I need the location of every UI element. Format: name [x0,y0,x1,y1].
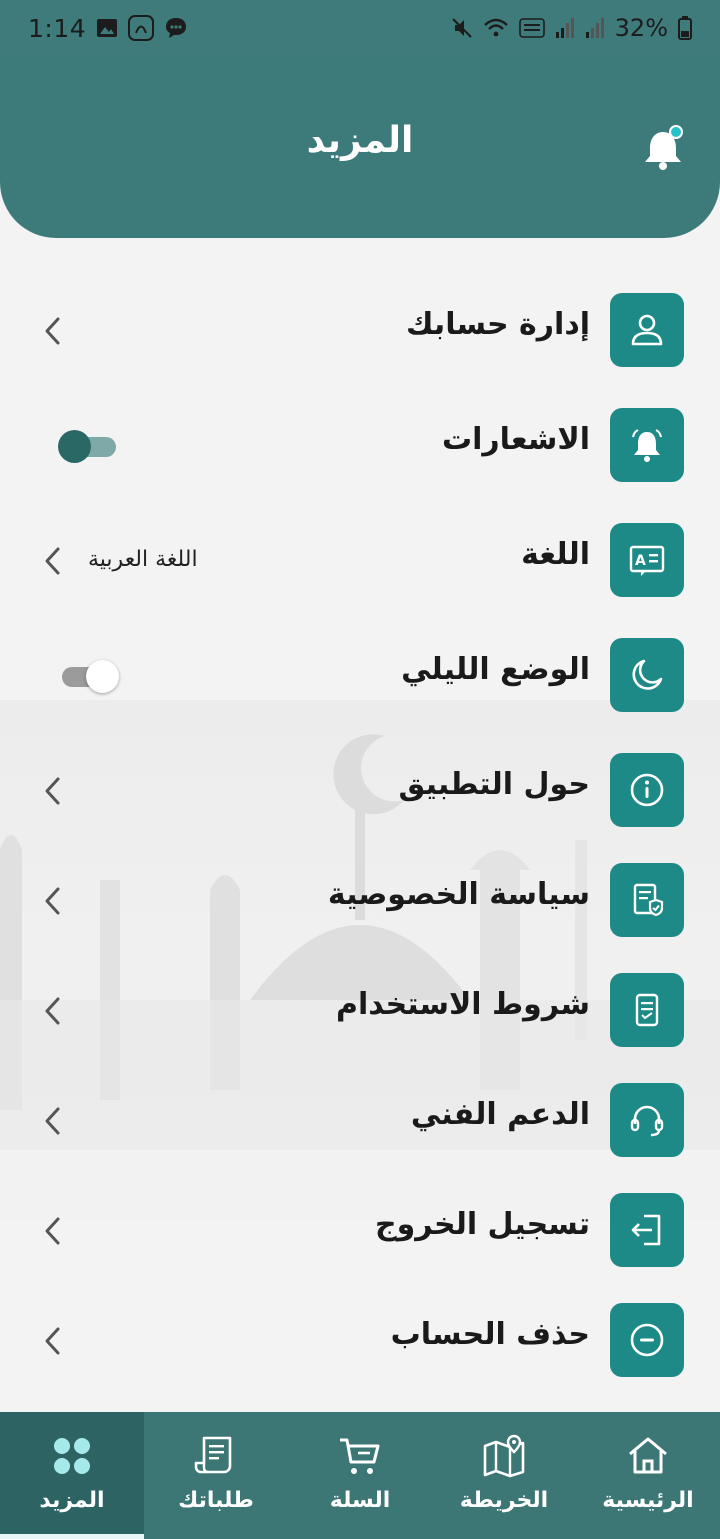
messages-icon [166,18,187,38]
signal-icon [555,18,574,38]
grid-icon [54,1438,90,1474]
toggle-knob [58,430,91,463]
nav-more[interactable]: المزيد [0,1412,144,1539]
battery-percentage: 32% [614,14,668,42]
menu-item-label: حذف الحساب [390,1317,590,1352]
menu-item-label: الاشعارات [441,422,590,457]
chevron-left-icon [45,547,60,575]
battery-icon [678,16,692,40]
gallery-icon [97,19,118,37]
home-icon [629,1437,667,1474]
toggle-knob [86,660,119,693]
info-icon [610,753,684,827]
menu-item-logout[interactable]: تسجيل الخروج [0,1193,720,1269]
menu-item-label: تسجيل الخروج [375,1207,590,1242]
status-time: 1:14 [28,13,87,43]
menu-item-about[interactable]: حول التطبيق [0,753,720,829]
nav-orders[interactable]: طلباتك [144,1412,288,1539]
volte-icon [518,18,545,38]
headset-icon [610,1083,684,1157]
menu-item-language[interactable]: A اللغة اللغة العربية [0,523,720,599]
chevron-left-icon [45,887,60,915]
minus-circle-icon [610,1303,684,1377]
menu-item-notifications: الاشعارات [0,408,720,484]
nav-label: الخريطة [459,1488,549,1513]
wifi-icon [483,18,508,37]
terms-document-icon [610,973,684,1047]
dark-mode-toggle[interactable] [58,658,119,694]
menu-item-label: إدارة حسابك [406,307,590,342]
menu-item-label: سياسة الخصوصية [327,877,590,912]
map-icon [483,1434,525,1478]
chevron-left-icon [45,317,60,345]
nav-map[interactable]: الخريطة [432,1412,576,1539]
signal-2-icon [585,18,604,38]
nav-label: السلة [329,1488,391,1513]
nav-label: الرئيسية [602,1488,694,1513]
menu-item-label: شروط الاستخدام [335,987,590,1022]
notifications-toggle[interactable] [58,428,118,464]
menu-item-label: الوضع الليلي [401,652,590,687]
menu-item-label: الدعم الفني [410,1097,590,1132]
nav-label: طلباتك [178,1488,254,1513]
status-bar: 1:14 32% [0,0,720,56]
receipt-icon [194,1436,232,1474]
menu-item-dark-mode: الوضع الليلي [0,638,720,714]
menu-item-privacy-policy[interactable]: سياسة الخصوصية [0,863,720,939]
page-title: المزيد [306,120,414,161]
menu-item-account[interactable]: إدارة حسابك [0,293,720,369]
language-icon: A [610,523,684,597]
svg-text:A: A [635,553,646,569]
nav-cart[interactable]: السلة [288,1412,432,1539]
chevron-left-icon [45,997,60,1025]
menu-item-terms-of-use[interactable]: شروط الاستخدام [0,973,720,1049]
menu-item-delete-account[interactable]: حذف الحساب [0,1303,720,1379]
selected-language-value: اللغة العربية [88,547,198,572]
chevron-left-icon [45,777,60,805]
user-icon [610,293,684,367]
chevron-left-icon [45,1107,60,1135]
privacy-document-icon [610,863,684,937]
menu-item-label: حول التطبيق [398,767,590,802]
menu-item-label: اللغة [521,537,590,572]
cart-icon [340,1438,380,1474]
nav-label: المزيد [39,1488,105,1513]
notifications-bell-icon[interactable] [640,124,686,172]
bell-icon [610,408,684,482]
chevron-left-icon [45,1327,60,1355]
mute-icon [451,18,472,38]
menu-item-support[interactable]: الدعم الفني [0,1083,720,1159]
app-notification-icon [128,15,155,41]
chevron-left-icon [45,1217,60,1245]
moon-icon [610,638,684,712]
logout-icon [610,1193,684,1267]
bottom-navigation: الرئيسية الخريطة السلة طلباتك المزيد [0,1412,720,1539]
nav-home[interactable]: الرئيسية [576,1412,720,1539]
